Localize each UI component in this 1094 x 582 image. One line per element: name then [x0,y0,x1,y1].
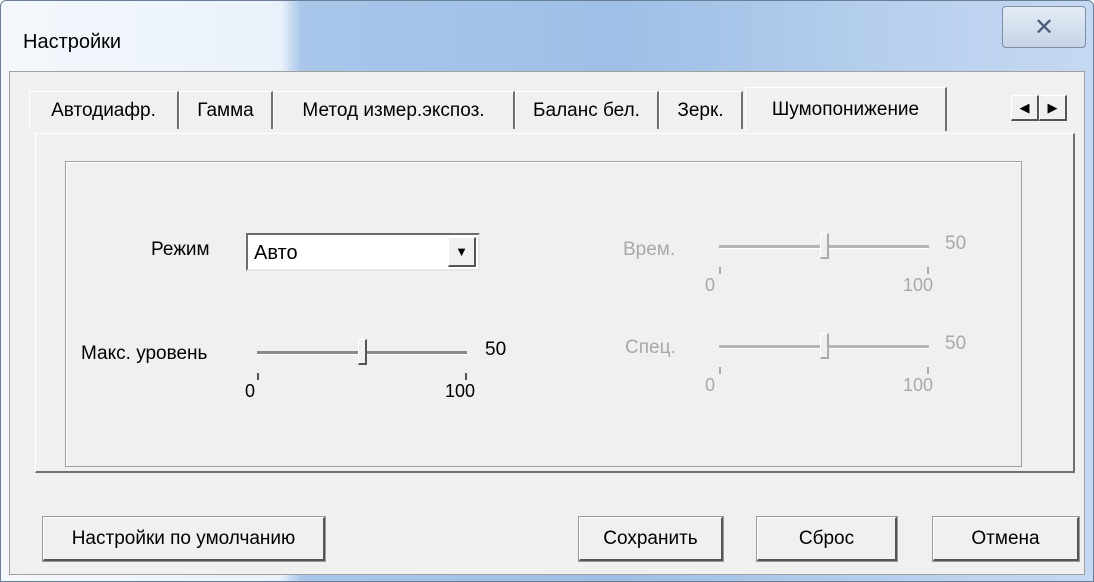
reset-button[interactable]: Сброс [756,516,898,562]
slider-tick-max [927,267,929,274]
tab-label: Баланс бел. [533,99,640,121]
slider-max-label: 100 [903,375,934,395]
tab-label: Зерк. [677,99,724,121]
slider-tick-min [719,367,721,374]
button-label: Сохранить [603,527,698,549]
slider-min-label: 0 [245,381,256,401]
max-level-label: Макс. уровень [81,343,208,364]
slider-tick-min [719,267,721,274]
tab-label: Метод измер.экспоз. [302,99,485,121]
spec-slider: 50 0 100 [705,331,969,395]
slider-max-label: 100 [445,381,476,401]
tab-mirror[interactable]: Зерк. [659,91,743,129]
button-label: Сброс [798,527,855,549]
slider-min-label: 0 [705,375,716,395]
slider-value: 50 [945,233,967,254]
mode-dropdown-button[interactable]: ▼ [448,237,476,267]
button-label: Отмена [971,527,1040,549]
window-title: Настройки [23,31,122,53]
slider-thumb [820,233,829,259]
settings-groupbox [65,161,1022,467]
tab-label: Гамма [197,99,254,121]
tab-scroll-arrows: ◀ ▶ [1011,95,1067,121]
time-label: Врем. [623,239,676,260]
tab-exposure-metering[interactable]: Метод измер.экспоз. [273,91,515,129]
slider-min-label: 0 [705,275,716,295]
mode-label: Режим [151,239,210,260]
slider-max-label: 100 [903,275,934,295]
tab-noise-reduction[interactable]: Шумопонижение [745,87,947,131]
tab-gamma[interactable]: Гамма [179,91,273,129]
slider-tick-max [927,367,929,374]
tab-label: Шумопонижение [771,98,920,120]
slider-thumb[interactable] [358,339,367,365]
settings-dialog: Настройки ✕ Автодиафр. Гамма Метод измер… [0,0,1094,582]
time-slider: 50 0 100 [705,231,969,295]
button-label: Настройки по умолчанию [71,527,296,549]
cancel-button[interactable]: Отмена [932,516,1080,562]
slider-value: 50 [945,333,967,354]
chevron-down-icon: ▼ [455,244,468,259]
slider-value: 50 [485,339,507,360]
tab-white-balance[interactable]: Баланс бел. [515,91,659,129]
slider-tick-min [257,373,259,380]
mode-select[interactable]: Авто ▼ [246,233,480,271]
tab-label: Автодиафр. [51,99,156,121]
slider-tick-max [465,373,467,380]
save-button[interactable]: Сохранить [578,516,724,562]
spec-label: Спец. [625,337,676,358]
max-level-slider[interactable]: 50 0 100 [245,337,507,401]
tab-scroll-left-button[interactable]: ◀ [1011,95,1039,121]
defaults-button[interactable]: Настройки по умолчанию [42,516,326,562]
tab-auto-iris[interactable]: Автодиафр. [29,91,179,129]
slider-thumb [820,333,829,359]
arrow-right-icon: ▶ [1047,99,1058,115]
mode-select-value: Авто [254,242,298,264]
close-icon: ✕ [1033,13,1055,41]
title-bar[interactable]: Настройки ✕ [1,1,1093,71]
close-button[interactable]: ✕ [1002,6,1086,48]
arrow-left-icon: ◀ [1019,99,1030,115]
tab-scroll-right-button[interactable]: ▶ [1039,95,1067,121]
